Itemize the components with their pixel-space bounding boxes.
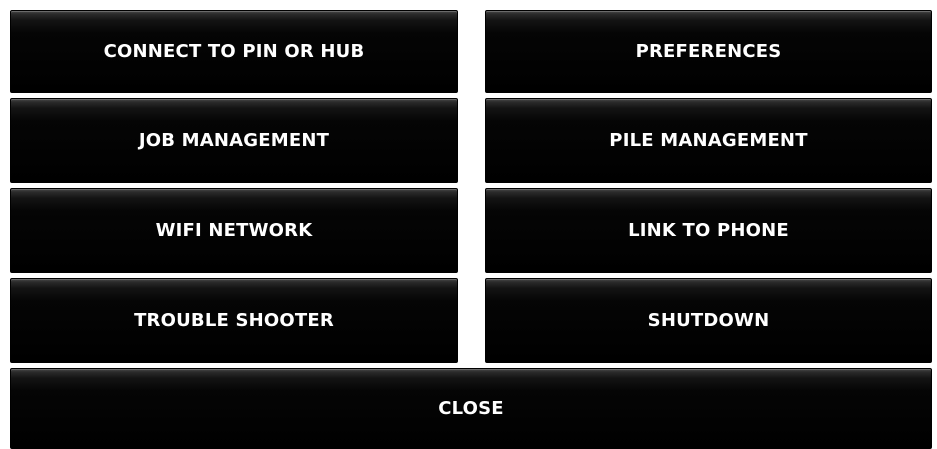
shutdown-button[interactable]: SHUTDOWN	[485, 278, 932, 363]
main-menu: CONNECT TO PIN OR HUB PREFERENCES JOB MA…	[0, 0, 937, 449]
job-management-label: JOB MANAGEMENT	[138, 130, 330, 151]
preferences-button[interactable]: PREFERENCES	[485, 10, 932, 93]
link-to-phone-label: LINK TO PHONE	[628, 220, 789, 241]
shutdown-label: SHUTDOWN	[647, 310, 770, 331]
wifi-network-button[interactable]: WIFI NETWORK	[10, 188, 458, 273]
trouble-shooter-label: TROUBLE SHOOTER	[134, 310, 334, 331]
pile-management-button[interactable]: PILE MANAGEMENT	[485, 98, 932, 183]
connect-to-pin-or-hub-button[interactable]: CONNECT TO PIN OR HUB	[10, 10, 458, 93]
close-label: CLOSE	[438, 398, 504, 419]
preferences-label: PREFERENCES	[635, 41, 782, 62]
wifi-network-label: WIFI NETWORK	[155, 220, 313, 241]
trouble-shooter-button[interactable]: TROUBLE SHOOTER	[10, 278, 458, 363]
close-button[interactable]: CLOSE	[10, 368, 932, 449]
connect-to-pin-or-hub-label: CONNECT TO PIN OR HUB	[103, 41, 365, 62]
pile-management-label: PILE MANAGEMENT	[609, 130, 808, 151]
link-to-phone-button[interactable]: LINK TO PHONE	[485, 188, 932, 273]
job-management-button[interactable]: JOB MANAGEMENT	[10, 98, 458, 183]
